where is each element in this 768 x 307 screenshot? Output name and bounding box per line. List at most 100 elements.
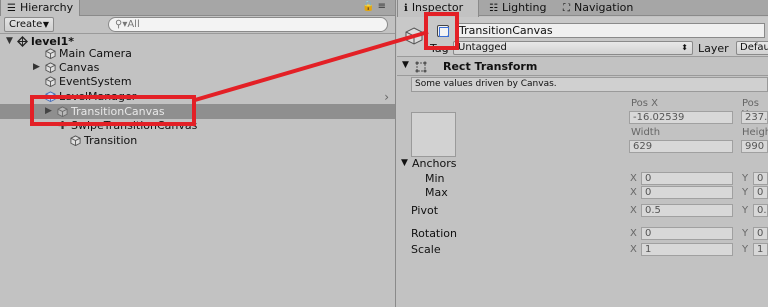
lock-icon[interactable]: 🔒 xyxy=(362,1,377,12)
object-header: TransitionCanvas Tag Untagged ⬍ Layer De… xyxy=(397,17,768,57)
height-field[interactable]: 990 xyxy=(741,140,768,153)
navigation-icon: ⛶ xyxy=(563,3,570,14)
create-button[interactable]: Create ▼ xyxy=(4,17,54,32)
gameobject-cube-icon xyxy=(57,106,68,117)
create-button-label: Create xyxy=(9,19,43,30)
anchors-fold-icon[interactable]: ▼ xyxy=(401,158,408,168)
item-label: LevelManager xyxy=(59,90,137,103)
rotation-label: Rotation xyxy=(411,227,458,240)
gameobject-cube-icon xyxy=(45,62,56,73)
tag-value: Untagged xyxy=(458,42,507,53)
gameobject-cube-icon xyxy=(405,27,423,45)
gameobject-cube-icon xyxy=(70,135,81,146)
pos-x-label: Pos X xyxy=(631,98,659,109)
x-axis-label: X xyxy=(630,187,637,198)
scale-y-field[interactable]: 1 xyxy=(753,243,768,256)
x-axis-label: X xyxy=(630,173,637,184)
hierarchy-tabstrip: ☰ Hierarchy 🔒≡ xyxy=(0,0,395,17)
scale-label: Scale xyxy=(411,243,441,256)
layer-value: Default xyxy=(740,42,768,53)
scale-x-field[interactable]: 1 xyxy=(641,243,733,256)
info-icon: ℹ xyxy=(404,3,408,14)
item-label: EventSystem xyxy=(59,75,132,88)
component-title: Rect Transform xyxy=(443,60,538,73)
pivot-x-field[interactable]: 0.5 xyxy=(641,204,733,217)
tab-hierarchy[interactable]: ☰ Hierarchy xyxy=(0,0,81,17)
item-label: Transition xyxy=(84,134,138,147)
pos-x-field[interactable]: -16.02539 xyxy=(629,111,733,124)
add-child-icon: ✚ xyxy=(58,119,68,132)
anchor-min-y-field[interactable]: 0 xyxy=(753,172,768,185)
y-axis-label: Y xyxy=(742,205,749,216)
list-icon: ☰ xyxy=(7,3,16,14)
tab-inspector-label: Inspector xyxy=(411,1,464,14)
tab-navigation-label: Navigation xyxy=(574,1,634,14)
y-axis-label: Y xyxy=(742,244,749,255)
tab-inspector[interactable]: ℹ Inspector xyxy=(397,0,479,17)
tab-lighting[interactable]: ☷ Lighting xyxy=(483,0,552,16)
caret-down-icon: ⬍ xyxy=(681,43,688,52)
fold-arrow-icon[interactable]: ▼ xyxy=(402,60,409,70)
panel-menu-icon[interactable]: ≡ xyxy=(378,1,389,12)
pivot-label: Pivot xyxy=(411,204,439,217)
pivot-y-field[interactable]: 0. xyxy=(753,204,768,217)
anchor-presets-button[interactable] xyxy=(411,112,456,157)
hierarchy-item-swipetransitioncanvas[interactable]: ✚ SwipeTransitionCanvas xyxy=(0,118,395,133)
hierarchy-item-eventsystem[interactable]: EventSystem xyxy=(0,74,395,89)
anchor-max-y-field[interactable]: 0 xyxy=(753,186,768,199)
y-axis-label: Y xyxy=(742,187,749,198)
gameobject-cube-icon xyxy=(45,48,56,59)
anchor-max-x-field[interactable]: 0 xyxy=(641,186,733,199)
x-axis-label: X xyxy=(630,244,637,255)
gameobject-cube-icon xyxy=(45,76,56,87)
item-label: TransitionCanvas xyxy=(71,105,165,118)
rect-transform-icon xyxy=(415,61,427,73)
tag-label: Tag xyxy=(430,42,449,55)
y-axis-label: Y xyxy=(742,173,749,184)
hierarchy-item-levelmanager[interactable]: LevelManager xyxy=(0,89,395,104)
anchor-max-label: Max xyxy=(425,186,448,199)
lock-menu-icons[interactable]: 🔒≡ xyxy=(362,1,389,12)
x-axis-label: X xyxy=(630,205,637,216)
anchor-min-label: Min xyxy=(425,172,445,185)
hierarchy-item-canvas[interactable]: ▶ Canvas xyxy=(0,60,395,75)
hierarchy-toolbar: Create ▼ ⚲▾All xyxy=(0,16,395,34)
hierarchy-panel: ☰ Hierarchy 🔒≡ Create ▼ ⚲▾All ▼ level1* M… xyxy=(0,0,396,307)
chevron-right-icon[interactable]: › xyxy=(384,90,389,104)
layer-dropdown[interactable]: Default xyxy=(736,41,768,55)
collapse-arrow-icon[interactable]: ▶ xyxy=(33,60,40,75)
item-label: Canvas xyxy=(59,61,100,74)
hierarchy-item-transitioncanvas[interactable]: ▶ TransitionCanvas xyxy=(0,104,395,119)
x-axis-label: X xyxy=(630,228,637,239)
tab-lighting-label: Lighting xyxy=(501,1,547,14)
tab-navigation[interactable]: ⛶ Navigation xyxy=(557,0,639,16)
driven-note: Some values driven by Canvas. xyxy=(411,77,768,92)
width-label: Width xyxy=(631,127,661,138)
hierarchy-item-main-camera[interactable]: Main Camera xyxy=(0,46,395,61)
pos-y-field[interactable]: 237. xyxy=(741,111,768,124)
inspector-panel: ℹ Inspector ☷ Lighting ⛶ Navigation Transit… xyxy=(397,0,768,307)
search-placeholder: All xyxy=(127,19,140,30)
rotation-x-field[interactable]: 0 xyxy=(641,227,733,240)
hierarchy-item-transition[interactable]: Transition xyxy=(0,133,395,148)
anchors-label: Anchors xyxy=(412,157,457,170)
inspector-tabstrip: ℹ Inspector ☷ Lighting ⛶ Navigation xyxy=(397,0,768,17)
tab-hierarchy-label: Hierarchy xyxy=(19,1,74,14)
active-checkbox[interactable] xyxy=(437,25,449,37)
gameobject-cube-icon xyxy=(45,91,56,102)
item-label: SwipeTransitionCanvas xyxy=(71,119,198,132)
layer-label: Layer xyxy=(698,42,729,55)
rotation-y-field[interactable]: 0 xyxy=(753,227,768,240)
object-name-field[interactable]: TransitionCanvas xyxy=(455,23,765,38)
height-label: Heigh xyxy=(742,127,768,138)
collapse-arrow-icon[interactable]: ▶ xyxy=(45,104,52,119)
item-label: Main Camera xyxy=(59,47,132,60)
search-input[interactable]: ⚲▾All xyxy=(108,17,388,32)
search-icon: ⚲▾ xyxy=(115,19,128,30)
caret-down-icon: ▼ xyxy=(42,20,49,29)
anchor-min-x-field[interactable]: 0 xyxy=(641,172,733,185)
tag-dropdown[interactable]: Untagged ⬍ xyxy=(453,41,693,55)
y-axis-label: Y xyxy=(742,228,749,239)
width-field[interactable]: 629 xyxy=(629,140,733,153)
rect-transform-header[interactable]: ▼ Rect Transform xyxy=(397,59,768,76)
